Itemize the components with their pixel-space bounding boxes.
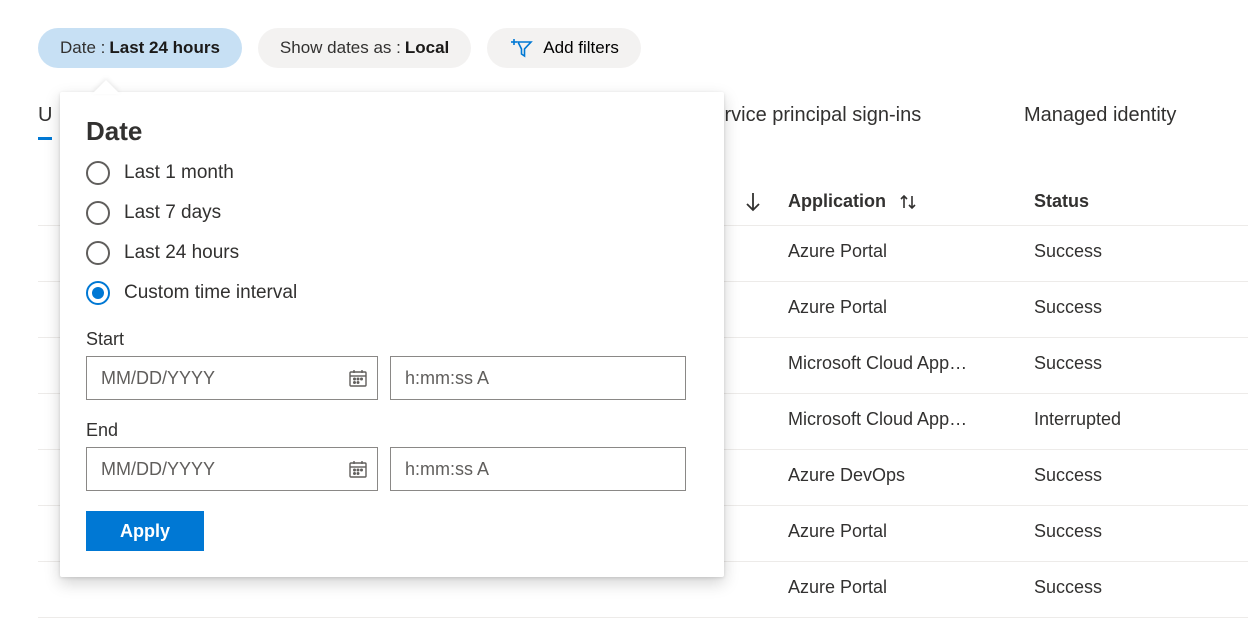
sort-both-icon	[898, 192, 918, 212]
end-time-input-wrap	[390, 447, 686, 491]
application-header-label: Application	[788, 191, 886, 212]
radio-icon	[86, 161, 110, 185]
cell-application: Azure Portal	[788, 521, 1008, 542]
radio-label: Last 24 hours	[124, 242, 239, 264]
tab-service-principal[interactable]: Service principal sign-ins	[700, 104, 921, 137]
radio-label: Last 1 month	[124, 162, 234, 184]
calendar-icon[interactable]	[348, 368, 368, 388]
start-date-input-wrap	[86, 356, 378, 400]
end-date-input[interactable]	[86, 447, 378, 491]
cell-application: Microsoft Cloud App…	[788, 353, 1008, 374]
start-field-row	[86, 356, 698, 400]
show-dates-label: Show dates as :	[280, 38, 401, 58]
date-range-radio-group: Last 1 month Last 7 days Last 24 hours Cust…	[86, 161, 698, 305]
date-filter-value: Last 24 hours	[109, 38, 220, 58]
end-time-input[interactable]	[390, 447, 686, 491]
cell-status: Interrupted	[1034, 409, 1234, 430]
end-date-input-wrap	[86, 447, 378, 491]
column-header-status[interactable]: Status	[1034, 191, 1234, 212]
date-filter-label: Date :	[60, 38, 105, 58]
radio-icon	[86, 201, 110, 225]
radio-label: Last 7 days	[124, 202, 221, 224]
tab-user-signins[interactable]: U	[38, 104, 52, 140]
filter-row: Date : Last 24 hours Show dates as : Loc…	[0, 0, 1248, 68]
date-range-option[interactable]: Custom time interval	[86, 281, 698, 305]
cell-application: Azure DevOps	[788, 465, 1008, 486]
date-range-option[interactable]: Last 7 days	[86, 201, 698, 225]
add-filter-icon	[509, 38, 533, 58]
cell-application: Microsoft Cloud App…	[788, 409, 1008, 430]
cell-status: Success	[1034, 297, 1234, 318]
cell-status: Success	[1034, 521, 1234, 542]
status-header-label: Status	[1034, 191, 1089, 211]
show-dates-value: Local	[405, 38, 449, 58]
radio-icon	[86, 241, 110, 265]
radio-icon	[86, 281, 110, 305]
start-label: Start	[86, 329, 698, 350]
show-dates-pill[interactable]: Show dates as : Local	[258, 28, 471, 68]
date-filter-pill[interactable]: Date : Last 24 hours	[38, 28, 242, 68]
apply-button[interactable]: Apply	[86, 511, 204, 551]
add-filters-label: Add filters	[543, 38, 619, 58]
cell-status: Success	[1034, 241, 1234, 262]
cell-application: Azure Portal	[788, 297, 1008, 318]
column-header-application[interactable]: Application	[788, 191, 1018, 212]
start-date-input[interactable]	[86, 356, 378, 400]
sort-desc-icon[interactable]	[744, 191, 762, 213]
popover-title: Date	[86, 116, 698, 147]
cell-status: Success	[1034, 465, 1234, 486]
cell-status: Success	[1034, 353, 1234, 374]
add-filters-pill[interactable]: Add filters	[487, 28, 641, 68]
radio-label: Custom time interval	[124, 282, 297, 304]
date-range-option[interactable]: Last 24 hours	[86, 241, 698, 265]
start-time-input[interactable]	[390, 356, 686, 400]
end-field-row	[86, 447, 698, 491]
cell-application: Azure Portal	[788, 241, 1008, 262]
cell-status: Success	[1034, 577, 1234, 598]
start-time-input-wrap	[390, 356, 686, 400]
date-range-option[interactable]: Last 1 month	[86, 161, 698, 185]
end-label: End	[86, 420, 698, 441]
date-popover: Date Last 1 month Last 7 days Last 24 hour…	[60, 92, 724, 577]
cell-application: Azure Portal	[788, 577, 1008, 598]
calendar-icon[interactable]	[348, 459, 368, 479]
tab-managed-identity[interactable]: Managed identity	[1024, 104, 1176, 137]
